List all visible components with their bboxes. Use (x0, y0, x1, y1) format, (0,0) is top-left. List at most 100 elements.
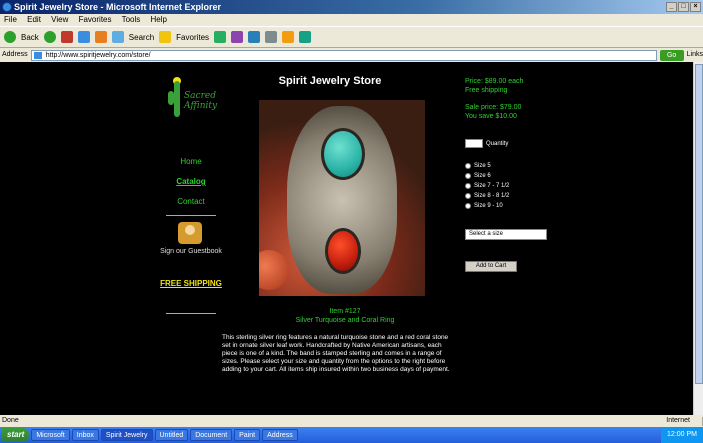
taskbar-item[interactable]: Paint (234, 429, 261, 441)
search-icon[interactable] (111, 31, 124, 43)
menu-favorites[interactable]: Favorites (79, 15, 112, 24)
size-option[interactable]: Size 6 (465, 171, 560, 181)
page-viewport: Sacred Affinity Home Catalog Contact Sig… (0, 62, 703, 415)
close-button[interactable]: × (690, 2, 701, 12)
taskbar: start Microsoft Inbox Spirit Jewelry Unt… (0, 427, 703, 443)
page-title: Spirit Jewelry Store (278, 75, 382, 87)
taskbar-item-active[interactable]: Spirit Jewelry (100, 429, 153, 441)
size-options: Size 5 Size 6 Size 7 - 7 1/2 Size 8 - 8 … (465, 161, 560, 211)
mail-icon[interactable] (248, 31, 261, 43)
brand-name: Sacred Affinity (184, 91, 218, 111)
size-label: Size 6 (474, 173, 491, 179)
start-button[interactable]: start (2, 428, 30, 442)
price-line-4: You save $10.00 (465, 113, 517, 120)
vertical-scrollbar[interactable] (693, 62, 703, 415)
browser-window: Spirit Jewelry Store - Microsoft Interne… (0, 0, 703, 443)
cactus-icon (174, 81, 180, 117)
turquoise-stone (321, 128, 365, 180)
links-label[interactable]: Links (687, 48, 703, 62)
print-icon[interactable] (265, 31, 278, 43)
size-label: Size 5 (474, 163, 491, 169)
nav-catalog[interactable]: Catalog (160, 177, 222, 186)
menu-bar: File Edit View Favorites Tools Help (0, 14, 703, 26)
nav-divider-bottom (166, 313, 216, 314)
coral-bead (259, 250, 289, 290)
ie-icon (2, 2, 12, 12)
search-label[interactable]: Search (129, 33, 154, 42)
minimize-button[interactable]: _ (666, 2, 677, 12)
forward-icon[interactable] (43, 31, 56, 43)
caption-line-2: Silver Turquoise and Coral Ring (295, 317, 395, 324)
price-line-1: Price: $89.00 each (465, 78, 524, 85)
maximize-button[interactable]: □ (678, 2, 689, 12)
site-logo[interactable]: Sacred Affinity (168, 77, 218, 123)
product-photo[interactable] (259, 100, 425, 296)
scrollbar-thumb[interactable] (695, 64, 703, 384)
add-to-cart-button[interactable]: Add to Cart (465, 261, 517, 272)
taskbar-item[interactable]: Address (262, 429, 298, 441)
size-option[interactable]: Size 9 - 10 (465, 201, 560, 211)
guestbook-icon[interactable] (178, 222, 202, 244)
home-icon[interactable] (94, 31, 107, 43)
price-line-2: Free shipping (465, 87, 508, 94)
address-input[interactable]: http://www.spiritjewelry.com/store/ (30, 49, 657, 61)
back-icon[interactable] (4, 31, 16, 43)
menu-tools[interactable]: Tools (122, 15, 141, 24)
guestbook-link[interactable]: Sign our Guestbook (160, 247, 222, 256)
free-shipping-link[interactable]: FREE SHIPPING (160, 279, 222, 289)
edit-icon[interactable] (282, 31, 295, 43)
size-option[interactable]: Size 7 - 7 1/2 (465, 181, 560, 191)
cactus-arm (168, 91, 174, 105)
size-option[interactable]: Size 8 - 8 1/2 (465, 191, 560, 201)
address-label: Address (2, 51, 28, 58)
back-label[interactable]: Back (21, 33, 39, 42)
quantity-row: Quantity (465, 139, 508, 148)
radio-icon[interactable] (465, 163, 471, 169)
toolbar: Back Search Favorites (0, 26, 703, 48)
menu-edit[interactable]: Edit (27, 15, 41, 24)
product-caption: Item #127 Silver Turquoise and Coral Rin… (230, 307, 460, 325)
media-icon[interactable] (214, 31, 227, 43)
status-text: Done (2, 417, 19, 424)
size-label: Size 9 - 10 (474, 203, 503, 209)
taskbar-item[interactable]: Untitled (154, 429, 189, 441)
address-bar: Address http://www.spiritjewelry.com/sto… (0, 48, 703, 62)
product-description: This sterling silver ring features a nat… (222, 334, 450, 373)
refresh-icon[interactable] (77, 31, 90, 43)
radio-icon[interactable] (465, 193, 471, 199)
go-button[interactable]: Go (659, 49, 684, 61)
radio-icon[interactable] (465, 203, 471, 209)
status-bar: Done Internet (0, 415, 703, 427)
nav-divider (166, 215, 216, 216)
menu-help[interactable]: Help (151, 15, 167, 24)
purchase-panel: Price: $89.00 each Free shipping Sale pr… (465, 77, 560, 272)
quantity-input[interactable] (465, 139, 483, 148)
menu-file[interactable]: File (4, 15, 17, 24)
status-zone: Internet (666, 417, 690, 424)
stop-icon[interactable] (60, 31, 73, 43)
messenger-icon[interactable] (299, 31, 312, 43)
menu-view[interactable]: View (51, 15, 68, 24)
price-line-3: Sale price: $79.00 (465, 104, 522, 111)
quantity-label: Quantity (486, 140, 509, 147)
caption-line-1: Item #127 (329, 308, 361, 315)
window-title: Spirit Jewelry Store - Microsoft Interne… (14, 2, 222, 12)
size-select[interactable]: Select a size (465, 229, 547, 240)
size-option[interactable]: Size 5 (465, 161, 560, 171)
coral-stone (325, 228, 361, 274)
title-bar: Spirit Jewelry Store - Microsoft Interne… (0, 0, 703, 14)
window-controls: _ □ × (666, 2, 701, 12)
size-label: Size 7 - 7 1/2 (474, 183, 510, 189)
favorites-icon[interactable] (159, 31, 172, 43)
radio-icon[interactable] (465, 173, 471, 179)
nav-contact[interactable]: Contact (160, 197, 222, 206)
nav-home[interactable]: Home (160, 157, 222, 166)
system-tray-clock[interactable]: 12:00 PM (661, 427, 703, 443)
taskbar-item[interactable]: Document (190, 429, 233, 441)
taskbar-item[interactable]: Microsoft (31, 429, 70, 441)
radio-icon[interactable] (465, 183, 471, 189)
favorites-label[interactable]: Favorites (176, 33, 209, 42)
taskbar-item[interactable]: Inbox (71, 429, 99, 441)
history-icon[interactable] (231, 31, 244, 43)
size-label: Size 8 - 8 1/2 (474, 193, 510, 199)
